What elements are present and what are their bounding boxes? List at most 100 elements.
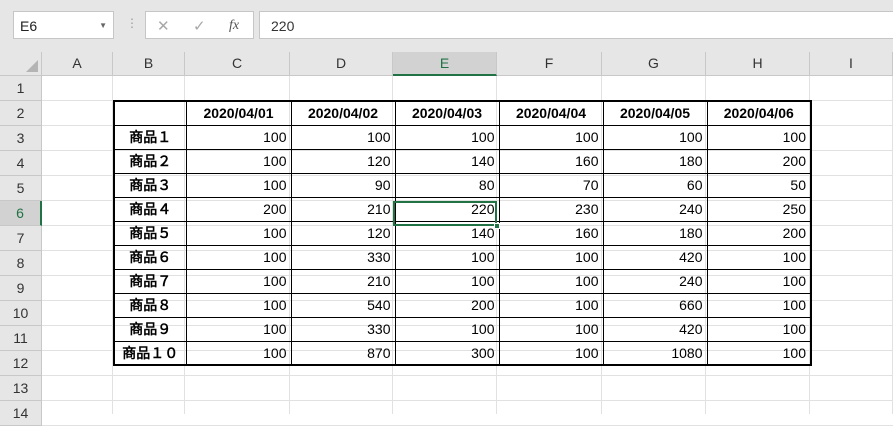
value-cell[interactable]: 220	[394, 196, 500, 222]
date-header-cell[interactable]: 2020/04/01	[185, 100, 292, 126]
product-name-cell[interactable]: 商品５	[113, 220, 187, 246]
value-cell[interactable]: 120	[290, 148, 396, 174]
value-cell[interactable]: 870	[290, 340, 396, 366]
value-cell[interactable]: 60	[602, 172, 708, 198]
value-cell[interactable]: 200	[394, 292, 500, 318]
value-cell[interactable]: 330	[290, 316, 396, 342]
value-cell[interactable]: 140	[394, 148, 500, 174]
value-cell[interactable]: 100	[498, 316, 604, 342]
value-cell[interactable]: 240	[602, 268, 708, 294]
row-header-3[interactable]: 3	[0, 126, 42, 151]
row-header-5[interactable]: 5	[0, 176, 42, 201]
product-name-cell[interactable]: 商品６	[113, 244, 187, 270]
column-header-b[interactable]: B	[113, 52, 185, 76]
value-cell[interactable]: 160	[498, 148, 604, 174]
value-cell[interactable]: 100	[706, 244, 812, 270]
column-header-f[interactable]: F	[497, 52, 602, 76]
fill-handle[interactable]	[494, 223, 500, 229]
worksheet-grid[interactable]: A B C D E F G H I 1 2 3 4 5 6 7 8 9 10 11 12 13 14 2020/04/01 20…	[0, 52, 893, 426]
value-cell[interactable]: 70	[498, 172, 604, 198]
header-cell-blank[interactable]	[113, 100, 187, 126]
value-cell[interactable]: 540	[290, 292, 396, 318]
value-cell[interactable]: 230	[498, 196, 604, 222]
product-name-cell[interactable]: 商品９	[113, 316, 187, 342]
value-cell[interactable]: 210	[290, 268, 396, 294]
name-box[interactable]: E6 ▼	[13, 11, 114, 39]
value-cell[interactable]: 100	[498, 292, 604, 318]
enter-icon[interactable]: ✓	[193, 17, 206, 35]
resize-handle-icon[interactable]: ⋮	[126, 16, 138, 30]
date-header-cell[interactable]: 2020/04/02	[290, 100, 396, 126]
value-cell[interactable]: 250	[706, 196, 812, 222]
value-cell[interactable]: 100	[185, 148, 292, 174]
value-cell[interactable]: 210	[290, 196, 396, 222]
select-all-button[interactable]	[0, 52, 42, 76]
value-cell[interactable]: 100	[185, 340, 292, 366]
date-header-cell[interactable]: 2020/04/03	[394, 100, 500, 126]
value-cell[interactable]: 200	[706, 220, 812, 246]
value-cell[interactable]: 100	[706, 124, 812, 150]
column-header-i[interactable]: I	[810, 52, 893, 76]
product-name-cell[interactable]: 商品４	[113, 196, 187, 222]
value-cell[interactable]: 660	[602, 292, 708, 318]
product-name-cell[interactable]: 商品３	[113, 172, 187, 198]
row-header-8[interactable]: 8	[0, 251, 42, 276]
value-cell[interactable]: 100	[185, 124, 292, 150]
row-header-7[interactable]: 7	[0, 226, 42, 251]
chevron-down-icon[interactable]: ▼	[99, 21, 107, 30]
value-cell[interactable]: 100	[706, 268, 812, 294]
column-header-a[interactable]: A	[42, 52, 113, 76]
value-cell[interactable]: 100	[185, 292, 292, 318]
date-header-cell[interactable]: 2020/04/06	[706, 100, 812, 126]
product-name-cell[interactable]: 商品８	[113, 292, 187, 318]
formula-input[interactable]: 220	[259, 11, 893, 39]
row-header-10[interactable]: 10	[0, 301, 42, 326]
value-cell[interactable]: 140	[394, 220, 500, 246]
value-cell[interactable]: 420	[602, 244, 708, 270]
date-header-cell[interactable]: 2020/04/05	[602, 100, 708, 126]
value-cell[interactable]: 80	[394, 172, 500, 198]
value-cell[interactable]: 100	[185, 316, 292, 342]
value-cell[interactable]: 100	[706, 340, 812, 366]
column-header-c[interactable]: C	[185, 52, 290, 76]
product-name-cell[interactable]: 商品２	[113, 148, 187, 174]
value-cell[interactable]: 100	[185, 268, 292, 294]
row-header-13[interactable]: 13	[0, 376, 42, 401]
column-header-h[interactable]: H	[706, 52, 810, 76]
cancel-icon[interactable]: ✕	[157, 17, 170, 35]
date-header-cell[interactable]: 2020/04/04	[498, 100, 604, 126]
value-cell[interactable]: 100	[498, 340, 604, 366]
column-header-e[interactable]: E	[393, 52, 497, 76]
value-cell[interactable]: 100	[602, 124, 708, 150]
value-cell[interactable]: 160	[498, 220, 604, 246]
product-name-cell[interactable]: 商品７	[113, 268, 187, 294]
insert-function-icon[interactable]: fx	[229, 18, 239, 34]
row-header-1[interactable]: 1	[0, 76, 42, 101]
value-cell[interactable]: 100	[394, 124, 500, 150]
row-header-9[interactable]: 9	[0, 276, 42, 301]
value-cell[interactable]: 100	[394, 268, 500, 294]
column-header-g[interactable]: G	[602, 52, 706, 76]
value-cell[interactable]: 420	[602, 316, 708, 342]
value-cell[interactable]: 100	[185, 172, 292, 198]
value-cell[interactable]: 1080	[602, 340, 708, 366]
value-cell[interactable]: 200	[706, 148, 812, 174]
row-header-2[interactable]: 2	[0, 101, 42, 126]
column-header-d[interactable]: D	[290, 52, 393, 76]
product-name-cell[interactable]: 商品１	[113, 124, 187, 150]
value-cell[interactable]: 100	[706, 292, 812, 318]
value-cell[interactable]: 330	[290, 244, 396, 270]
value-cell[interactable]: 100	[498, 244, 604, 270]
row-header-12[interactable]: 12	[0, 351, 42, 376]
value-cell[interactable]: 100	[185, 220, 292, 246]
value-cell[interactable]: 100	[706, 316, 812, 342]
value-cell[interactable]: 300	[394, 340, 500, 366]
row-header-11[interactable]: 11	[0, 326, 42, 351]
product-name-cell[interactable]: 商品１０	[113, 340, 187, 366]
value-cell[interactable]: 100	[290, 124, 396, 150]
value-cell[interactable]: 180	[602, 148, 708, 174]
value-cell[interactable]: 90	[290, 172, 396, 198]
value-cell[interactable]: 100	[498, 124, 604, 150]
value-cell[interactable]: 240	[602, 196, 708, 222]
row-header-4[interactable]: 4	[0, 151, 42, 176]
